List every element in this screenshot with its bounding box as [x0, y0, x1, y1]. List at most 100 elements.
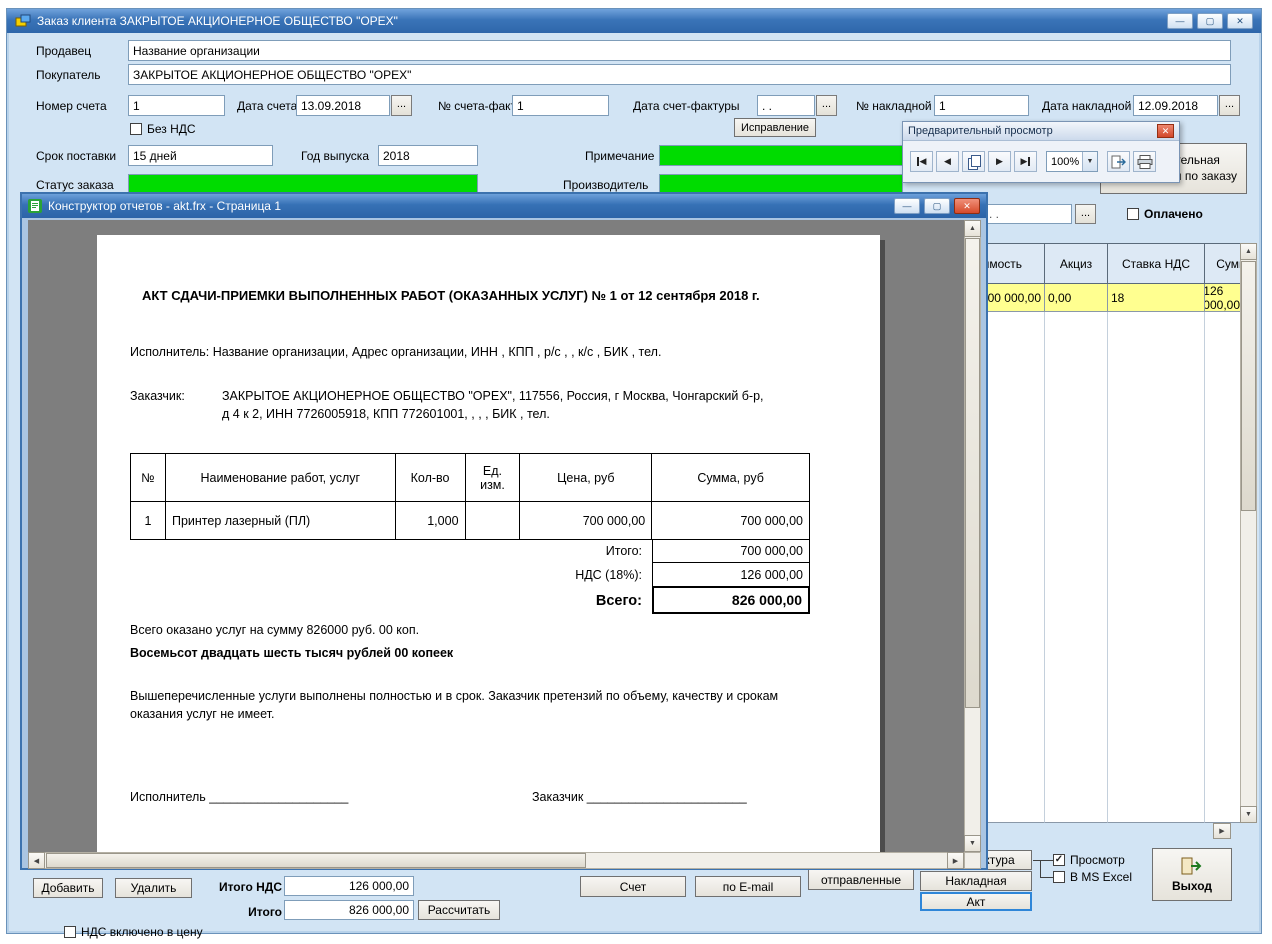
- act-customer-text: ЗАКРЫТОЕ АКЦИОНЕРНОЕ ОБЩЕСТВО "ОРЕХ", 11…: [222, 387, 770, 423]
- exit-button[interactable]: Выход: [1152, 848, 1232, 901]
- report-minimize-button[interactable]: —: [894, 198, 920, 214]
- grid-scroll-thumb[interactable]: [1241, 261, 1256, 511]
- report-maximize-button[interactable]: ▢: [924, 198, 950, 214]
- export-button[interactable]: [1107, 151, 1130, 172]
- act-amount-words: Восемьсот двадцать шесть тысяч рублей 00…: [130, 644, 830, 662]
- report-scroll-down-icon[interactable]: ▼: [964, 835, 981, 852]
- no-vat-checkbox[interactable]: Без НДС: [130, 122, 196, 136]
- manufacturer-label: Производитель: [563, 178, 648, 192]
- waybill-no-label: № накладной: [856, 99, 932, 113]
- close-button[interactable]: ✕: [1227, 13, 1253, 29]
- act-customer-label: Заказчик:: [130, 387, 185, 405]
- report-scroll-right-icon[interactable]: ▶: [947, 852, 964, 869]
- report-scroll-left-icon[interactable]: ◀: [28, 852, 45, 869]
- invoice-button[interactable]: Счет: [580, 876, 686, 897]
- invoice-date-input[interactable]: [296, 95, 390, 116]
- grid-col-excise: Акциз: [1045, 244, 1108, 284]
- paid-checkbox[interactable]: Оплачено: [1127, 207, 1203, 221]
- act-button[interactable]: Акт: [920, 892, 1032, 911]
- act-sign-executor: Исполнитель ____________________: [130, 788, 348, 806]
- act-sign-customer: Заказчик _______________________: [532, 788, 747, 806]
- excel-checkbox-label: В MS Excel: [1070, 870, 1132, 884]
- report-window-titlebar: Конструктор отчетов - akt.frx - Страница…: [22, 194, 986, 218]
- zoom-dropdown-icon[interactable]: ▼: [1082, 152, 1097, 171]
- report-close-button[interactable]: ✕: [954, 198, 980, 214]
- correction-button[interactable]: Исправление: [734, 118, 816, 137]
- preview-checkbox[interactable]: ✓ Просмотр: [1053, 853, 1125, 867]
- buyer-input[interactable]: [128, 64, 1231, 85]
- year-input[interactable]: [378, 145, 478, 166]
- year-label: Год выпуска: [301, 149, 369, 163]
- delivery-input[interactable]: [128, 145, 273, 166]
- report-scroll-up-icon[interactable]: ▲: [964, 220, 981, 237]
- facture-date-input[interactable]: [757, 95, 815, 116]
- print-button[interactable]: [1133, 151, 1156, 172]
- preview-toolbar-titlebar: Предварительный просмотр ✕: [903, 122, 1179, 141]
- total-vat-label: Итого НДС: [210, 880, 282, 894]
- delete-button[interactable]: Удалить: [115, 878, 192, 898]
- act-heading: АКТ СДАЧИ-ПРИЕМКИ ВЫПОЛНЕННЫХ РАБОТ (ОКА…: [142, 288, 852, 303]
- vat-included-checkbox[interactable]: НДС включено в цену: [64, 925, 203, 939]
- report-vscroll-thumb[interactable]: [965, 238, 980, 708]
- grid-scroll-right-icon[interactable]: ▶: [1213, 823, 1231, 839]
- paid-date-input[interactable]: [984, 204, 1072, 224]
- waybill-date-input[interactable]: [1133, 95, 1218, 116]
- exit-door-icon: [1180, 856, 1204, 876]
- excel-checkbox[interactable]: В MS Excel: [1053, 870, 1132, 884]
- facture-date-picker-button[interactable]: ...: [816, 95, 837, 116]
- waybill-date-picker-button[interactable]: ...: [1219, 95, 1240, 116]
- paid-date-picker-button[interactable]: ...: [1075, 204, 1096, 224]
- report-page: АКТ СДАЧИ-ПРИЕМКИ ВЫПОЛНЕННЫХ РАБОТ (ОКА…: [97, 235, 880, 852]
- grid-scroll-down-icon[interactable]: ▼: [1240, 806, 1257, 823]
- first-page-icon: [917, 157, 919, 166]
- prev-page-button[interactable]: ◀: [936, 151, 959, 172]
- waybill-no-input[interactable]: [934, 95, 1029, 116]
- note-input[interactable]: [659, 145, 903, 166]
- preview-close-icon[interactable]: ✕: [1157, 124, 1174, 138]
- vat-included-checkbox-box: [64, 926, 76, 938]
- facture-date-label: Дата счет-фактуры: [633, 99, 740, 113]
- facture-no-input[interactable]: [512, 95, 609, 116]
- preview-toolbar-title: Предварительный просмотр: [908, 125, 1053, 137]
- act-vat-row: НДС (18%): 126 000,00: [130, 563, 810, 587]
- printer-icon: [1137, 155, 1153, 169]
- waybill-button[interactable]: Накладная: [920, 871, 1032, 891]
- preview-checkbox-box: ✓: [1053, 854, 1065, 866]
- report-canvas: АКТ СДАЧИ-ПРИЕМКИ ВЫПОЛНЕННЫХ РАБОТ (ОКА…: [28, 220, 964, 852]
- preview-toolbar-window: Предварительный просмотр ✕ ◀ ◀ ▶ ▶ 100% …: [902, 121, 1180, 183]
- excel-checkbox-box: [1053, 871, 1065, 883]
- note-label: Примечание: [585, 149, 654, 163]
- delivery-label: Срок поставки: [36, 149, 116, 163]
- maximize-button[interactable]: ▢: [1197, 13, 1223, 29]
- next-page-button[interactable]: ▶: [988, 151, 1011, 172]
- grid-cell-vat-rate: 18: [1108, 284, 1205, 312]
- copy-button[interactable]: [962, 151, 985, 172]
- zoom-select[interactable]: 100% ▼: [1046, 151, 1098, 172]
- grid-scroll-up-icon[interactable]: ▲: [1240, 243, 1257, 260]
- connector-line: [1040, 860, 1041, 878]
- calculate-button[interactable]: Рассчитать: [418, 900, 500, 920]
- order-window-icon: [15, 13, 31, 29]
- total-vat-input[interactable]: [284, 876, 414, 896]
- act-executor-line: Исполнитель: Название организации, Адрес…: [130, 343, 850, 361]
- invoice-date-picker-button[interactable]: ...: [391, 95, 412, 116]
- add-button[interactable]: Добавить: [33, 878, 103, 898]
- last-page-button[interactable]: ▶: [1014, 151, 1037, 172]
- report-hscroll-thumb[interactable]: [46, 853, 586, 868]
- paid-checkbox-box: [1127, 208, 1139, 220]
- first-page-button[interactable]: ◀: [910, 151, 933, 172]
- total-input[interactable]: [284, 900, 414, 920]
- act-items-table: № Наименование работ, услуг Кол-во Ед. и…: [130, 453, 810, 540]
- connector-line: [1033, 860, 1053, 861]
- grid-col-vat-sum: Сумма НДС: [1205, 244, 1240, 284]
- sent-button[interactable]: отправленные: [808, 869, 914, 890]
- email-button[interactable]: по E-mail: [695, 876, 801, 897]
- minimize-button[interactable]: —: [1167, 13, 1193, 29]
- seller-input[interactable]: [128, 40, 1231, 61]
- report-preview-window: Конструктор отчетов - akt.frx - Страница…: [20, 192, 988, 870]
- copy-icon: [968, 155, 980, 168]
- paid-checkbox-label: Оплачено: [1144, 207, 1203, 221]
- invoice-no-input[interactable]: [128, 95, 225, 116]
- zoom-value: 100%: [1047, 156, 1082, 168]
- export-icon: [1111, 155, 1127, 169]
